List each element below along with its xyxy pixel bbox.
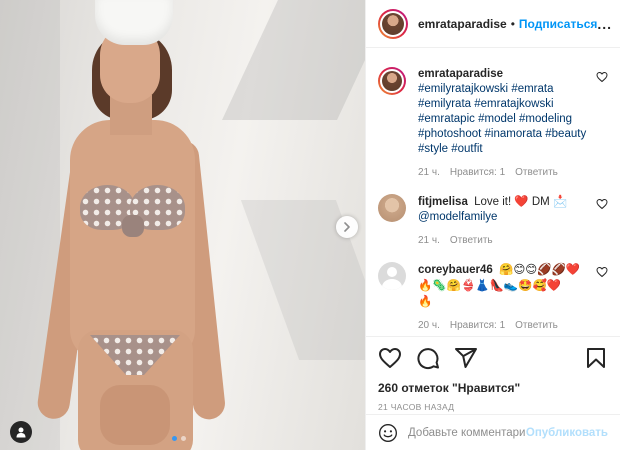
caption-body: emrataparadise #emilyratajkowski #emrata… — [418, 67, 588, 180]
hashtag-link[interactable]: #style — [418, 143, 448, 155]
follow-button[interactable]: Подписаться — [519, 17, 597, 31]
hashtag-link[interactable]: #emratapic — [418, 113, 475, 125]
caption-hashtags: #emilyratajkowski #emrata #emilyrata #em… — [418, 82, 588, 157]
photo-hands — [100, 385, 170, 445]
caption-username[interactable]: emrataparadise — [418, 68, 503, 80]
comment-username[interactable]: coreybauer46 — [418, 264, 493, 276]
carousel-dot-active — [172, 436, 177, 441]
heart-icon[interactable] — [378, 346, 402, 370]
comment-time[interactable]: 21 ч. — [418, 233, 440, 248]
hashtag-link[interactable]: #emilyrata — [418, 98, 471, 110]
hashtag-link[interactable]: #model — [478, 113, 516, 125]
hashtag-link[interactable]: #modeling — [519, 113, 572, 125]
more-options-button[interactable]: ... — [597, 16, 612, 32]
comment-emojis: 🔥 — [418, 294, 433, 308]
share-icon[interactable] — [454, 346, 478, 370]
action-icons — [378, 345, 608, 371]
heart-icon[interactable] — [596, 71, 608, 83]
avatar[interactable] — [378, 8, 408, 39]
comment-text: DM — [531, 196, 550, 208]
reply-button[interactable]: Ответить — [515, 318, 558, 333]
comment-username[interactable]: fitjmelisa — [418, 196, 468, 208]
reply-button[interactable]: Ответить — [515, 165, 558, 180]
avatar-border — [380, 69, 404, 93]
heart-icon[interactable] — [596, 198, 608, 210]
photo-towel — [95, 0, 173, 45]
hashtag-link[interactable]: #emilyratajkowski — [418, 83, 508, 95]
header-separator: • — [510, 16, 515, 31]
comment-meta: 21 ч. Ответить — [418, 233, 588, 248]
likes-count[interactable]: 260 отметок "Нравится" — [378, 381, 608, 395]
mention-link[interactable]: @modelfamilye — [418, 211, 497, 223]
comment-item: coreybauer46 🤗😊😊🏈🏈❤️ 🔥🦠🤗👙👗👠👟🤩🥰❤️ 🔥 20 ч.… — [378, 262, 608, 333]
add-comment-bar: Опубликовать — [366, 414, 620, 450]
comment-emojis: 🔥🦠🤗👙👗👠👟🤩🥰❤️ — [418, 278, 562, 292]
post-actions: 260 отметок "Нравится" 21 ЧАСОВ НАЗАД — [366, 336, 620, 412]
comment-item: fitjmelisa Love it! ❤️ DM 📩 @modelfamily… — [378, 194, 608, 248]
comment-avatar[interactable] — [378, 262, 406, 290]
comment-time[interactable]: 21 ч. — [418, 165, 440, 180]
chevron-right-icon — [344, 222, 350, 232]
comment-input[interactable] — [408, 426, 526, 439]
heart-icon[interactable] — [596, 266, 608, 278]
comment-likes-count[interactable]: Нравится: 1 — [450, 318, 505, 333]
comment-time[interactable]: 20 ч. — [418, 318, 440, 333]
post-sidebar: emrataparadise • Подписаться ... emratap… — [365, 0, 620, 450]
avatar-border — [380, 10, 406, 37]
carousel-dot — [181, 436, 186, 441]
comment-likes-count[interactable]: Нравится: 1 — [450, 165, 505, 180]
red-heart-emoji: ❤️ — [514, 194, 529, 208]
envelope-emoji: 📩 — [552, 194, 568, 208]
comments-list[interactable]: emrataparadise #emilyratajkowski #emrata… — [366, 49, 620, 335]
comment-icon[interactable] — [416, 346, 440, 370]
tagged-users-button[interactable] — [10, 421, 32, 443]
publish-button[interactable]: Опубликовать — [526, 427, 608, 439]
hashtag-link[interactable]: #emrata — [511, 83, 553, 95]
hashtag-link[interactable]: #outfit — [451, 143, 482, 155]
post-header: emrataparadise • Подписаться ... — [366, 0, 620, 48]
post-timestamp[interactable]: 21 ЧАСОВ НАЗАД — [378, 402, 608, 412]
comment-meta: 20 ч. Нравится: 1 Ответить — [418, 318, 588, 333]
caption-meta: 21 ч. Нравится: 1 Ответить — [418, 165, 588, 180]
hashtag-link[interactable]: #beauty — [545, 128, 586, 140]
photo-subject — [0, 0, 365, 450]
avatar-image — [382, 12, 404, 35]
user-tag-icon — [16, 427, 26, 438]
comment-avatar[interactable] — [378, 194, 406, 222]
caption: emrataparadise #emilyratajkowski #emrata… — [378, 67, 608, 180]
caption-avatar[interactable] — [378, 67, 406, 95]
photo-bikini-knot — [122, 215, 144, 237]
hashtag-link[interactable]: #photoshoot — [418, 128, 481, 140]
hashtag-link[interactable]: #inamorata — [485, 128, 543, 140]
header-username[interactable]: emrataparadise — [418, 17, 507, 31]
reply-button[interactable]: Ответить — [450, 233, 493, 248]
avatar-image — [382, 71, 402, 91]
comment-body: coreybauer46 🤗😊😊🏈🏈❤️ 🔥🦠🤗👙👗👠👟🤩🥰❤️ 🔥 20 ч.… — [418, 262, 588, 333]
comment-emojis: 🤗😊😊🏈🏈❤️ — [499, 262, 581, 276]
photo-torso — [70, 120, 195, 360]
comment-body: fitjmelisa Love it! ❤️ DM 📩 @modelfamily… — [418, 194, 588, 248]
hashtag-link[interactable]: #emratajkowski — [474, 98, 553, 110]
comment-text: Love it! — [474, 196, 512, 208]
post-media[interactable] — [0, 0, 365, 450]
bookmark-icon[interactable] — [584, 346, 608, 370]
carousel-next-button[interactable] — [336, 216, 358, 238]
instagram-post: emrataparadise • Подписаться ... emratap… — [0, 0, 620, 450]
smile-icon[interactable] — [378, 423, 398, 443]
carousel-indicator — [172, 436, 186, 441]
